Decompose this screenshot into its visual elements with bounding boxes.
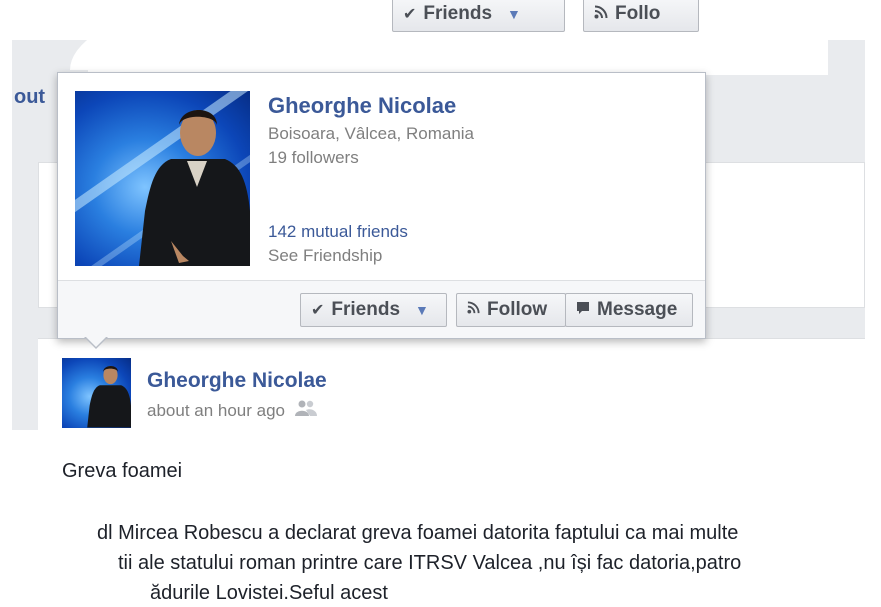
profile-hovercard: Gheorghe Nicolae Boisoara, Vâlcea, Roman… <box>57 72 706 339</box>
partial-nav-text[interactable]: out <box>14 86 54 109</box>
post-meta: about an hour ago <box>147 399 318 422</box>
hovercard-profile-photo[interactable] <box>75 91 250 266</box>
hovercard-pointer-fill <box>85 336 107 347</box>
caret-down-icon: ▼ <box>507 6 521 22</box>
left-white-margin <box>0 40 12 432</box>
hovercard-mutual-friends[interactable]: 142 mutual friends <box>268 222 408 242</box>
header-friends-button[interactable]: ✔ Friends ▼ <box>392 0 565 32</box>
post-body-line-3: ădurile Lovistei.Seful acest <box>150 582 388 604</box>
post-author-avatar[interactable] <box>62 358 131 428</box>
follow-button[interactable]: Follow <box>456 293 566 327</box>
hovercard-name[interactable]: Gheorghe Nicolae <box>268 93 456 119</box>
hovercard-footer: ✔ Friends ▼ Follow Message <box>58 280 705 338</box>
post-title: Greva foamei <box>62 460 183 482</box>
post-author-name[interactable]: Gheorghe Nicolae <box>147 369 327 393</box>
rss-icon <box>467 301 480 319</box>
post-timestamp[interactable]: about an hour ago <box>147 401 285 421</box>
post-body-line-2: tii ale statului roman printre care ITRS… <box>118 552 742 574</box>
post-body-area <box>0 430 881 607</box>
caret-down-icon: ▼ <box>415 302 429 318</box>
header-follow-button[interactable]: Follo <box>583 0 699 32</box>
hovercard-followers: 19 followers <box>268 148 359 167</box>
friends-button[interactable]: ✔ Friends ▼ <box>300 293 447 327</box>
check-icon: ✔ <box>403 6 417 23</box>
check-icon: ✔ <box>311 302 325 319</box>
friends-audience-icon[interactable] <box>295 399 318 422</box>
follow-button-label: Follow <box>487 299 548 320</box>
hovercard-location: Boisoara, Vâlcea, Romania <box>268 124 475 143</box>
message-button[interactable]: Message <box>565 293 693 327</box>
post-body-line-1: dl Mircea Robescu a declarat greva foame… <box>97 522 739 544</box>
friends-button-label: Friends <box>331 299 401 320</box>
header-friends-label: Friends <box>423 3 493 24</box>
header-follow-label: Follo <box>615 3 661 24</box>
rss-icon <box>594 5 608 24</box>
message-button-label: Message <box>597 299 678 320</box>
message-bubble-icon <box>576 301 590 320</box>
hovercard-see-friendship[interactable]: See Friendship <box>268 246 382 266</box>
